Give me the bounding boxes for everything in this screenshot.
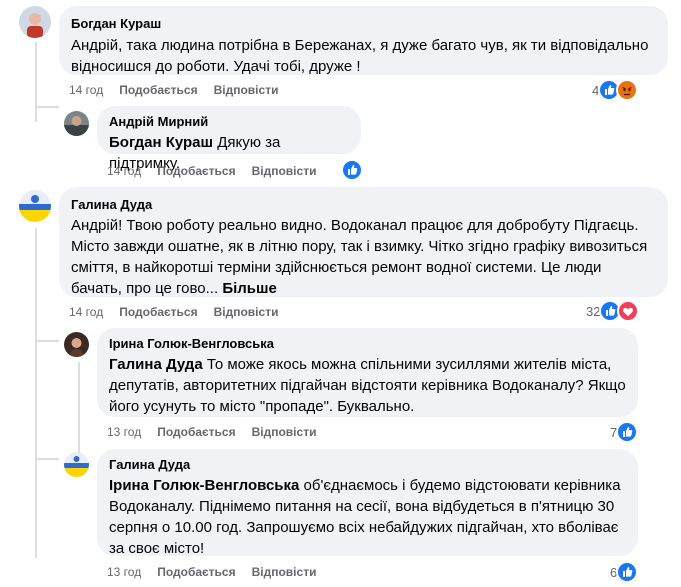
thread-curve bbox=[35, 458, 59, 460]
comment-text: Ірина Голюк-Венгловська об'єднаємось і б… bbox=[109, 475, 626, 559]
avatar[interactable] bbox=[64, 332, 89, 357]
comment-actions: 13 год Подобається Відповісти bbox=[107, 424, 316, 440]
comment-author[interactable]: Галина Дуда bbox=[71, 196, 656, 213]
reactions[interactable] bbox=[341, 159, 363, 181]
comment-bubble: Богдан Кураш Андрій, така людина потрібн… bbox=[59, 6, 668, 75]
like-button[interactable]: Подобається bbox=[157, 564, 235, 580]
reply-button[interactable]: Відповісти bbox=[252, 424, 317, 440]
comment-bubble: Андрій Мирний Богдан Кураш Дякую за підт… bbox=[97, 106, 361, 172]
thread-curve bbox=[35, 106, 59, 108]
see-more-link[interactable]: Більше bbox=[222, 280, 277, 297]
like-icon bbox=[616, 421, 639, 443]
mention-link[interactable]: Ірина Голюк-Венгловська bbox=[109, 477, 299, 494]
avatar[interactable] bbox=[19, 190, 51, 222]
love-icon bbox=[617, 300, 640, 322]
angry-icon bbox=[616, 79, 639, 101]
like-button[interactable]: Подобається bbox=[157, 163, 235, 179]
thread-line bbox=[35, 42, 37, 122]
avatar[interactable] bbox=[19, 6, 51, 38]
comment-bubble: Галина Дуда Андрій! Твою роботу реально … bbox=[59, 187, 668, 297]
comment-actions: 13 год Подобається Відповісти bbox=[107, 564, 316, 580]
reactions[interactable]: 32 bbox=[586, 300, 640, 322]
comment-author[interactable]: Галина Дуда bbox=[109, 456, 626, 473]
comment-text: Андрій! Твою роботу реально видно. Водок… bbox=[71, 215, 656, 299]
comment-text: Галина Дуда То може якось можна спільним… bbox=[109, 354, 626, 417]
reactions[interactable]: 6 bbox=[610, 561, 639, 583]
like-button[interactable]: Подобається bbox=[119, 304, 197, 320]
comment-text: Андрій, така людина потрібна в Бережанах… bbox=[71, 37, 649, 75]
comment-time[interactable]: 14 год bbox=[69, 82, 103, 98]
like-icon bbox=[616, 561, 639, 583]
comment-actions: 14 год Подобається Відповісти bbox=[69, 304, 278, 320]
comment-author[interactable]: Богдан Кураш bbox=[71, 15, 656, 32]
comment-time[interactable]: 14 год bbox=[69, 304, 103, 320]
reactions[interactable]: 7 bbox=[610, 421, 639, 443]
comment-author[interactable]: Андрій Мирний bbox=[109, 113, 349, 130]
avatar[interactable] bbox=[64, 111, 89, 136]
comment-actions: 14 год Подобається Відповісти bbox=[107, 163, 316, 179]
reply-button[interactable]: Відповісти bbox=[214, 82, 279, 98]
mention-link[interactable]: Галина Дуда bbox=[109, 356, 203, 373]
comment-body: Андрій! Твою роботу реально видно. Водок… bbox=[71, 217, 648, 297]
comment-time[interactable]: 13 год bbox=[107, 424, 141, 440]
mention-link[interactable]: Богдан Кураш bbox=[109, 134, 213, 151]
comment-time[interactable]: 13 год bbox=[107, 564, 141, 580]
reply-button[interactable]: Відповісти bbox=[252, 564, 317, 580]
reply-button[interactable]: Відповісти bbox=[252, 163, 317, 179]
comment-time[interactable]: 14 год bbox=[107, 163, 141, 179]
comment-actions: 14 год Подобається Відповісти bbox=[69, 82, 278, 98]
reply-button[interactable]: Відповісти bbox=[214, 304, 279, 320]
like-button[interactable]: Подобається bbox=[157, 424, 235, 440]
reaction-count: 32 bbox=[586, 303, 601, 319]
reactions[interactable]: 4 bbox=[592, 79, 639, 101]
comment-bubble: Ірина Голюк-Венгловська Галина Дуда То м… bbox=[97, 328, 638, 417]
thread-curve bbox=[35, 340, 59, 342]
avatar[interactable] bbox=[64, 452, 89, 477]
comment-bubble: Галина Дуда Ірина Голюк-Венгловська об'є… bbox=[97, 449, 638, 559]
thread-line bbox=[35, 228, 37, 558]
like-button[interactable]: Подобається bbox=[119, 82, 197, 98]
like-icon bbox=[341, 159, 363, 181]
comment-author[interactable]: Ірина Голюк-Венгловська bbox=[109, 335, 626, 352]
